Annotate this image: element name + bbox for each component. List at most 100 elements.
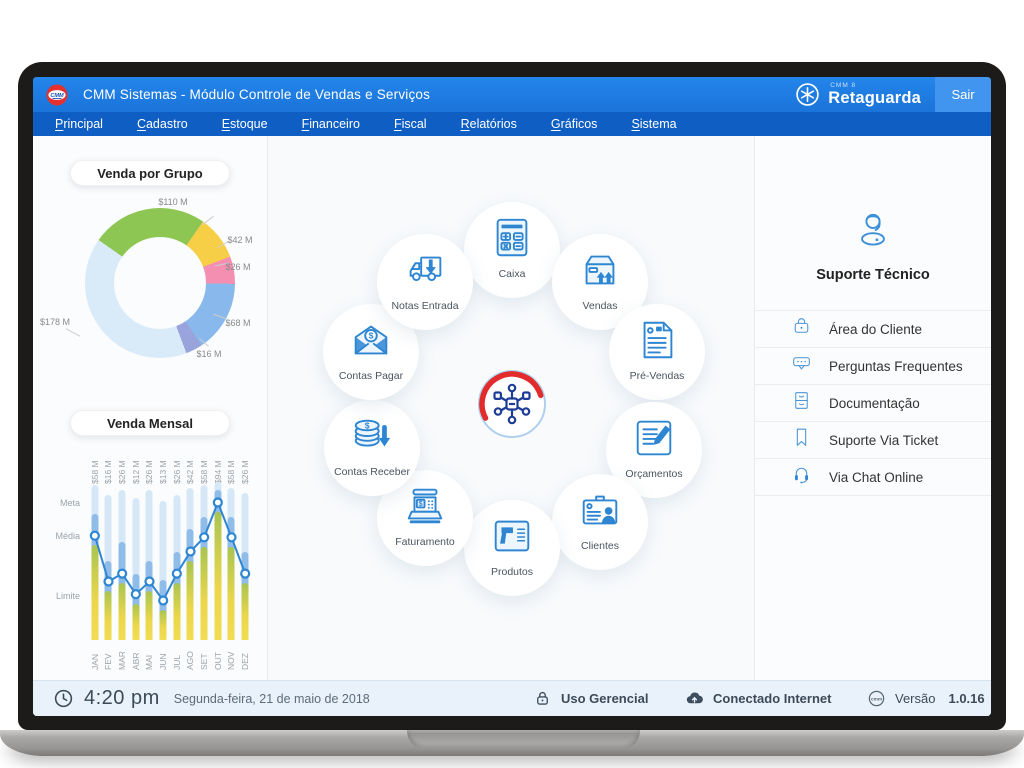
product-brand: CMM 8 Retaguarda <box>795 77 935 112</box>
month-label: DEZ <box>240 644 250 670</box>
support-item-area-do-cliente[interactable]: Área do Cliente <box>755 311 991 348</box>
hub-item-label: Caixa <box>499 268 526 280</box>
barcode-scanner-icon <box>489 513 535 564</box>
support-item-label: Suporte Via Ticket <box>829 433 938 448</box>
document-pencil-icon <box>631 415 677 466</box>
value-label: $12 M <box>131 450 141 484</box>
status-bar: 4:20 pm Segunda-feira, 21 de maio de 201… <box>33 680 991 716</box>
month-label: JUL <box>172 644 182 670</box>
calculator-icon <box>489 215 535 266</box>
padlock-icon <box>789 314 814 344</box>
version-value: 1.0.16 <box>948 691 984 706</box>
hub-item-label: Faturamento <box>395 536 455 548</box>
version-label: Versão <box>895 691 935 706</box>
charts-panel: Venda por Grupo $110 M $42 M $26 M $68 M… <box>33 136 267 680</box>
trend-line <box>88 482 252 640</box>
donut-slice-label: $68 M <box>225 318 250 328</box>
box-arrows-up-icon <box>577 247 623 298</box>
connection-label: Conectado Internet <box>713 691 831 706</box>
support-item-via-chat-online[interactable]: Via Chat Online <box>755 459 991 496</box>
menu-item-financeiro[interactable]: Financeiro <box>302 117 360 131</box>
support-list: Área do Cliente Perguntas Frequentes Doc… <box>755 310 991 496</box>
cmm-logo-icon: CMM <box>45 83 69 107</box>
window-title: CMM Sistemas - Módulo Controle de Vendas… <box>83 87 430 102</box>
exit-button[interactable]: Sair <box>935 77 991 112</box>
headset-icon <box>789 462 814 492</box>
donut-slice-label: $26 M <box>225 262 250 272</box>
id-card-icon <box>577 487 623 538</box>
support-item-perguntas-frequentes[interactable]: Perguntas Frequentes <box>755 348 991 385</box>
month-label: SET <box>199 644 209 670</box>
hub-item-notas-entrada[interactable]: Notas Entrada <box>377 234 473 330</box>
value-label: $58 M <box>90 450 100 484</box>
hub-item-pre-vendas[interactable]: Pré-Vendas <box>609 304 705 400</box>
document-lines-icon <box>634 317 680 368</box>
month-label: JUN <box>158 644 168 670</box>
app-window: CMM CMM Sistemas - Módulo Controle de Ve… <box>33 77 991 716</box>
hub-item-clientes[interactable]: Clientes <box>552 474 648 570</box>
hub-item-label: Orçamentos <box>625 468 682 480</box>
svg-text:cmm: cmm <box>871 697 882 702</box>
hub-item-label: Produtos <box>491 566 533 578</box>
donut-slice-label: $42 M <box>227 235 252 245</box>
hub-item-label: Contas Receber <box>334 466 410 478</box>
cash-register-icon: $ <box>402 483 448 534</box>
menu-item-estoque[interactable]: Estoque <box>222 117 268 131</box>
support-item-label: Documentação <box>829 396 920 411</box>
donut-slice-label: $110 M <box>158 197 187 207</box>
donut-slice-label: $178 M <box>40 317 70 327</box>
menu-item-principal[interactable]: Principal <box>55 117 103 131</box>
svg-text:$: $ <box>419 499 424 508</box>
month-label: MAI <box>144 644 154 670</box>
product-name: Retaguarda <box>828 90 921 107</box>
svg-text:CMM: CMM <box>50 92 64 98</box>
month-label: AGO <box>185 644 195 670</box>
value-label: $42 M <box>185 450 195 484</box>
leader-line <box>202 216 214 225</box>
group-chart-title: Venda por Grupo <box>70 160 230 186</box>
hub-item-caixa[interactable]: Caixa <box>464 202 560 298</box>
donut-chart <box>85 208 235 358</box>
y-axis-label-meta: Meta <box>60 498 80 508</box>
support-item-label: Área do Cliente <box>829 322 922 337</box>
menu-item-relatorios[interactable]: Relatórios <box>461 117 517 131</box>
menu-item-graficos[interactable]: Gráficos <box>551 117 598 131</box>
support-item-suporte-via-ticket[interactable]: Suporte Via Ticket <box>755 422 991 459</box>
value-label: $26 M <box>172 450 182 484</box>
hub-item-label: Contas Pagar <box>339 370 403 382</box>
hub-item-label: Notas Entrada <box>391 300 458 312</box>
hub-item-produtos[interactable]: Produtos <box>464 500 560 596</box>
support-header: Suporte Técnico <box>755 210 991 283</box>
value-label: $13 M <box>158 450 168 484</box>
support-item-label: Via Chat Online <box>829 470 923 485</box>
value-label: $58 M <box>199 450 209 484</box>
module-hub: Caixa Vendas Pré-Vendas Orçamentos Clien… <box>267 136 755 680</box>
support-item-documentacao[interactable]: Documentação <box>755 385 991 422</box>
usage-mode-label: Uso Gerencial <box>561 691 648 706</box>
y-axis-label-limite: Limite <box>56 591 80 601</box>
month-label: OUT <box>213 644 223 670</box>
hub-item-label: Clientes <box>581 540 619 552</box>
month-label: JAN <box>90 644 100 670</box>
cloud-icon <box>685 689 704 708</box>
month-label: ABR <box>131 644 141 670</box>
donut-slice-label: $16 M <box>196 349 221 359</box>
support-title: Suporte Técnico <box>755 267 991 283</box>
svg-text:$: $ <box>369 331 374 341</box>
version-group: cmm Versão 1.0.16 <box>867 681 985 716</box>
lock-icon <box>533 689 552 708</box>
cmm-badge-icon: cmm <box>867 689 886 708</box>
coins-arrow-down-icon: $ <box>349 413 395 464</box>
chat-bubble-dots-icon <box>789 351 814 381</box>
menu-item-cadastro[interactable]: Cadastro <box>137 117 188 131</box>
connection-group: Conectado Internet <box>685 681 831 716</box>
truck-arrow-down-icon <box>402 247 448 298</box>
svg-text:$: $ <box>365 420 370 430</box>
value-label: $16 M <box>103 450 113 484</box>
menu-item-sistema[interactable]: Sistema <box>631 117 676 131</box>
clock-icon <box>53 688 74 709</box>
hub-item-contas-receber[interactable]: $ Contas Receber <box>324 400 420 496</box>
leader-line <box>66 328 81 336</box>
hub-item-label: Pré-Vendas <box>630 370 685 382</box>
menu-item-fiscal[interactable]: Fiscal <box>394 117 427 131</box>
